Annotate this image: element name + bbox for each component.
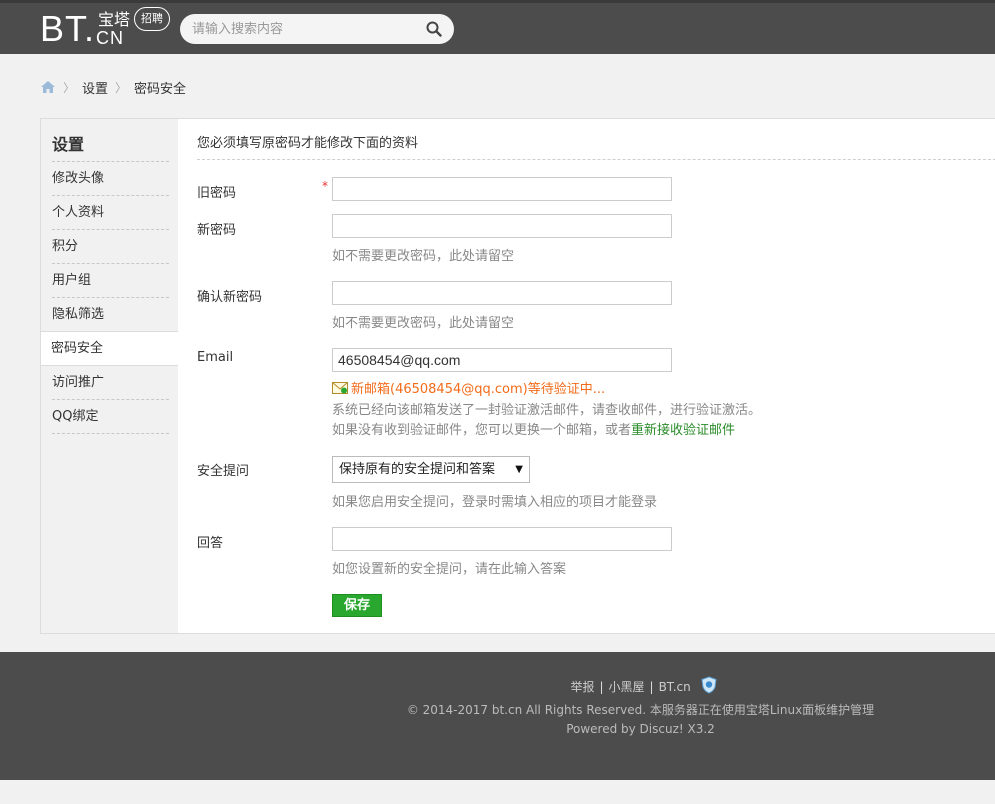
- dropdown-arrow-icon: ▼: [515, 464, 523, 475]
- notice-divider: [197, 159, 995, 160]
- breadcrumb-settings[interactable]: 设置: [82, 78, 108, 97]
- footer-link-blackroom[interactable]: 小黑屋: [609, 680, 645, 694]
- new-password-field[interactable]: [332, 214, 672, 238]
- email-pending-status: 新邮箱(46508454@qq.com)等待验证中...: [332, 378, 605, 397]
- save-button[interactable]: 保存: [332, 594, 382, 617]
- old-password-label: 旧密码: [197, 186, 237, 201]
- sidebar-item-credits[interactable]: 积分: [52, 230, 169, 263]
- security-question-label: 安全提问: [197, 464, 250, 479]
- sidebar-item-promotion[interactable]: 访问推广: [52, 366, 169, 399]
- search-input[interactable]: [192, 19, 412, 39]
- logo-cn-bottom: CN: [96, 28, 124, 48]
- old-password-field[interactable]: [332, 177, 672, 201]
- sidebar-item-password-security[interactable]: 密码安全: [41, 331, 178, 366]
- confirm-password-hint: 如不需要更改密码，此处请留空: [332, 316, 515, 331]
- new-password-label: 新密码: [197, 223, 237, 238]
- settings-panel: 设置 修改头像 个人资料 积分 用户组 隐私筛选 密码安全 访问推广 QQ绑定 …: [40, 118, 995, 634]
- top-rule: [0, 0, 995, 3]
- resend-verification-link[interactable]: 重新接收验证邮件: [631, 423, 735, 438]
- footer-link-report[interactable]: 举报: [570, 680, 594, 694]
- search-box: [180, 14, 454, 44]
- breadcrumb-separator: 〉: [63, 80, 76, 95]
- sidebar-item-avatar[interactable]: 修改头像: [52, 162, 169, 195]
- site-logo[interactable]: BT. 宝塔 CN 招聘: [40, 7, 170, 49]
- logo-cn-top: 宝塔: [98, 10, 131, 29]
- email-resend-prefix: 如果没有收到验证邮件，您可以更换一个邮箱，或者: [332, 423, 632, 438]
- breadcrumb: 〉 设置 〉 密码安全: [40, 77, 186, 97]
- footer-link-site[interactable]: BT.cn: [659, 680, 691, 694]
- password-form: 您必须填写原密码才能修改下面的资料 旧密码 * 新密码 如不需要更改密码，此处请…: [178, 119, 995, 633]
- answer-field[interactable]: [332, 527, 672, 551]
- footer-powered-by: Powered by Discuz! X3.2: [566, 722, 715, 736]
- sidebar-item-qq-binding[interactable]: QQ绑定: [52, 400, 169, 433]
- site-footer: 举报 | 小黑屋 | BT.cn © 2014-2017 bt.cn All Right…: [0, 652, 995, 780]
- sidebar-item-privacy[interactable]: 隐私筛选: [52, 298, 169, 331]
- breadcrumb-separator: 〉: [115, 80, 128, 95]
- email-pending-text: 新邮箱(46508454@qq.com)等待验证中...: [351, 382, 606, 397]
- email-resend-line: 如果没有收到验证邮件，您可以更换一个邮箱，或者重新接收验证邮件: [332, 419, 735, 438]
- answer-label: 回答: [197, 536, 224, 551]
- top-header: BT. 宝塔 CN 招聘: [0, 0, 995, 54]
- footer-links: 举报 | 小黑屋 | BT.cn: [0, 676, 995, 695]
- new-password-hint: 如不需要更改密码，此处请留空: [332, 249, 515, 264]
- confirm-password-field[interactable]: [332, 281, 672, 305]
- bottom-strip: [0, 780, 995, 804]
- footer-separator: |: [599, 680, 604, 694]
- breadcrumb-password-security[interactable]: 密码安全: [134, 78, 186, 97]
- shield-icon[interactable]: [700, 676, 717, 694]
- answer-hint: 如您设置新的安全提问，请在此输入答案: [332, 562, 567, 577]
- footer-separator: |: [649, 680, 654, 694]
- sidebar-item-profile[interactable]: 个人资料: [52, 196, 169, 229]
- settings-sidebar: 设置 修改头像 个人资料 积分 用户组 隐私筛选 密码安全 访问推广 QQ绑定: [41, 119, 178, 633]
- required-mark: *: [322, 179, 328, 193]
- footer-copyright: © 2014-2017 bt.cn All Rights Reserved. 本…: [406, 703, 875, 717]
- search-icon[interactable]: [426, 21, 442, 37]
- security-question-value: 保持原有的安全提问和答案: [339, 462, 496, 477]
- email-field[interactable]: [332, 348, 672, 372]
- confirm-password-label: 确认新密码: [197, 290, 263, 305]
- sidebar-divider: [52, 433, 169, 434]
- mail-icon: [332, 381, 348, 394]
- form-notice: 您必须填写原密码才能修改下面的资料: [197, 136, 419, 151]
- sidebar-title: 设置: [52, 135, 85, 154]
- sidebar-item-usergroup[interactable]: 用户组: [52, 264, 169, 297]
- email-sent-info: 系统已经向该邮箱发送了一封验证激活邮件，请查收邮件，进行验证激活。: [332, 403, 762, 418]
- logo-bt: BT.: [40, 8, 96, 49]
- email-label: Email: [197, 350, 234, 365]
- home-icon[interactable]: [40, 80, 56, 94]
- security-question-hint: 如果您启用安全提问，登录时需填入相应的项目才能登录: [332, 495, 658, 510]
- recruit-bubble[interactable]: 招聘: [134, 7, 170, 31]
- security-question-select[interactable]: 保持原有的安全提问和答案 ▼: [332, 456, 530, 483]
